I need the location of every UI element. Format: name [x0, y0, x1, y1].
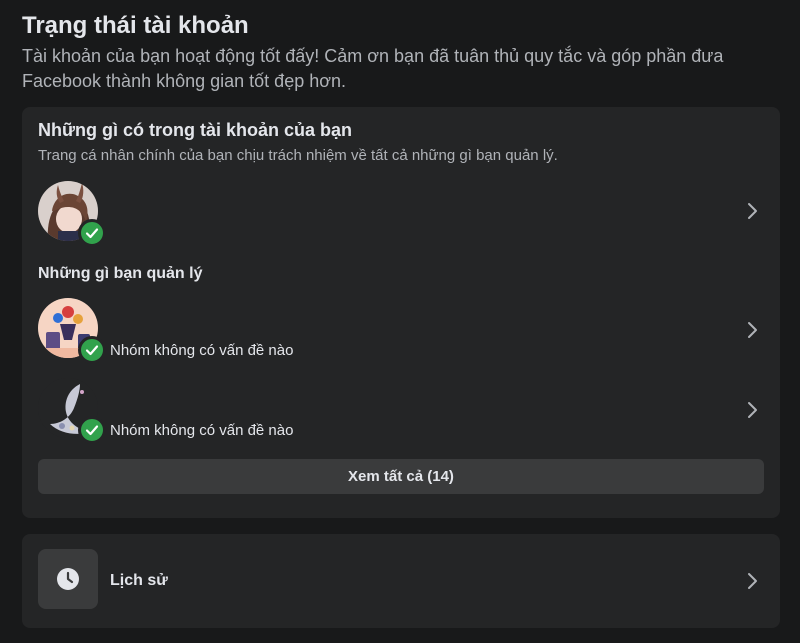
profile-avatar-wrap — [38, 181, 106, 247]
account-status-page: Trạng thái tài khoản Tài khoản của bạn h… — [0, 0, 800, 643]
chevron-right-icon — [742, 400, 762, 420]
group-check-badge — [78, 416, 106, 444]
group-check-badge — [78, 336, 106, 364]
history-icon-box — [38, 549, 98, 609]
account-contents-card: Những gì có trong tài khoản của bạn Tran… — [22, 107, 780, 518]
profile-check-badge — [78, 219, 106, 247]
page-title: Trạng thái tài khoản — [22, 12, 249, 39]
clock-icon — [57, 568, 79, 590]
check-icon — [85, 228, 99, 239]
managed-heading: Những gì bạn quản lý — [38, 265, 203, 282]
history-card[interactable]: Lịch sử — [22, 534, 780, 628]
managed-group-row[interactable]: Nhóm không có vấn đề nào — [22, 378, 780, 448]
chevron-right-icon — [742, 571, 762, 591]
profile-row[interactable] — [22, 181, 780, 251]
group-status-text: Nhóm không có vấn đề nào — [110, 422, 294, 439]
group-status-text: Nhóm không có vấn đề nào — [110, 342, 294, 359]
section-description: Trang cá nhân chính của bạn chịu trách n… — [38, 147, 558, 164]
check-icon — [85, 345, 99, 356]
chevron-right-icon — [742, 320, 762, 340]
page-subtitle: Tài khoản của bạn hoạt động tốt đấy! Cảm… — [22, 46, 724, 91]
history-label: Lịch sử — [110, 572, 168, 589]
see-all-button[interactable]: Xem tất cả (14) — [38, 459, 764, 494]
check-icon — [85, 425, 99, 436]
group-avatar-wrap — [38, 378, 106, 444]
section-title: Những gì có trong tài khoản của bạn — [38, 120, 353, 140]
chevron-right-icon — [742, 201, 762, 221]
managed-group-row[interactable]: Nhóm không có vấn đề nào — [22, 298, 780, 368]
group-avatar-wrap — [38, 298, 106, 364]
